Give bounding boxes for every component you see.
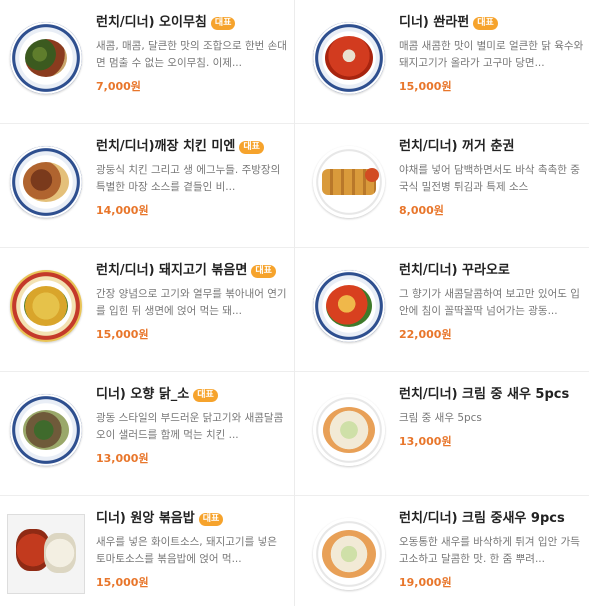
menu-item[interactable]: 런치/디너)깨장 치킨 미엔 대표 광둥식 치킨 그리고 생 에그누들. 주방장…	[0, 124, 294, 248]
signature-badge: 대표	[193, 388, 218, 402]
menu-item-price: 14,000원	[96, 204, 149, 217]
signature-badge: 대표	[251, 264, 276, 278]
menu-item-description: 새우를 넣은 화이트소스, 돼지고기를 넣은 토마토소스를 볶음밥에 얹어 먹.…	[96, 536, 277, 565]
menu-item-description: 간장 양념으로 고기와 열무를 볶아내어 연기를 입힌 뒤 생면에 얹어 먹는 …	[96, 288, 287, 317]
menu-item-description: 광동 스타일의 부드러운 닭고기와 새콤달콤 오이 샐러드를 함께 먹는 치킨 …	[96, 412, 284, 441]
menu-item-title: 런치/디너) 꺼거 춘권	[399, 139, 515, 154]
menu-item-image	[309, 510, 389, 598]
menu-item-description: 새콤, 매콤, 달큰한 맛의 조합으로 한번 손대면 멈출 수 없는 오이무침.…	[96, 40, 287, 69]
menu-item-price: 22,000원	[399, 328, 452, 341]
menu-item-price: 15,000원	[399, 80, 452, 93]
menu-item-title: 디너) 오향 닭_소	[96, 387, 190, 402]
menu-item-title: 디너) 원앙 볶음밥	[96, 511, 195, 526]
menu-item-price: 7,000원	[96, 80, 141, 93]
menu-item[interactable]: 런치/디너) 꺼거 춘권 야채를 넣어 담백하면서도 바삭 촉촉한 중국식 밀전…	[295, 124, 589, 248]
menu-item-description: 매콤 새콤한 맛이 별미로 얼큰한 닭 육수와 돼지고기가 올라가 고구마 당면…	[399, 40, 584, 69]
menu-grid: 런치/디너) 오이무침 대표 새콤, 매콤, 달큰한 맛의 조합으로 한번 손대…	[0, 0, 589, 606]
menu-item-image	[6, 262, 86, 350]
signature-badge: 대표	[239, 140, 264, 154]
signature-badge: 대표	[198, 512, 224, 526]
menu-item-title: 런치/디너) 크림 중 새우 5pcs	[399, 387, 570, 402]
menu-item-image	[309, 262, 389, 350]
menu-item-description: 광둥식 치킨 그리고 생 에그누들. 주방장의 특별한 마장 소스를 곁들인 비…	[96, 164, 281, 193]
menu-item-price: 13,000원	[96, 452, 149, 465]
menu-item-title: 런치/디너)깨장 치킨 미엔	[96, 139, 236, 154]
menu-item[interactable]: 디너) 원앙 볶음밥 대표 새우를 넣은 화이트소스, 돼지고기를 넣은 토마토…	[0, 496, 294, 606]
menu-item-price: 15,000원	[96, 328, 149, 341]
menu-item-image	[6, 386, 86, 474]
menu-column-right: 디너) 쏸라펀 대표 매콤 새콤한 맛이 별미로 얼큰한 닭 육수와 돼지고기가…	[295, 0, 589, 606]
menu-item-description: 야채를 넣어 담백하면서도 바삭 촉촉한 중국식 밀전병 튀김과 특제 소스	[399, 164, 580, 193]
menu-item-title: 런치/디너) 크림 중새우 9pcs	[399, 511, 565, 526]
menu-item-title: 런치/디너) 꾸라오로	[399, 263, 510, 278]
menu-item-price: 15,000원	[96, 576, 149, 589]
menu-item-title: 런치/디너) 돼지고기 볶음면	[96, 263, 248, 278]
menu-item[interactable]: 런치/디너) 꾸라오로 그 향기가 새콤달콤하여 보고만 있어도 입안에 침이 …	[295, 248, 589, 372]
menu-item[interactable]: 디너) 오향 닭_소 대표 광동 스타일의 부드러운 닭고기와 새콤달콤 오이 …	[0, 372, 294, 496]
menu-item-image	[309, 138, 389, 226]
menu-item-image	[6, 14, 86, 102]
menu-item[interactable]: 디너) 쏸라펀 대표 매콤 새콤한 맛이 별미로 얼큰한 닭 육수와 돼지고기가…	[295, 0, 589, 124]
menu-item[interactable]: 런치/디너) 오이무침 대표 새콤, 매콤, 달큰한 맛의 조합으로 한번 손대…	[0, 0, 294, 124]
menu-item-image	[6, 138, 86, 226]
menu-item-description: 그 향기가 새콤달콤하여 보고만 있어도 입안에 침이 꼴딱꼴딱 넘어가는 광동…	[399, 288, 580, 317]
menu-item-price: 19,000원	[399, 576, 452, 589]
menu-item-description: 크림 중 새우 5pcs	[399, 412, 482, 424]
signature-badge: 대표	[473, 16, 498, 30]
menu-item-image	[309, 14, 389, 102]
menu-item[interactable]: 런치/디너) 크림 중 새우 5pcs 크림 중 새우 5pcs 13,000원	[295, 372, 589, 496]
menu-item[interactable]: 런치/디너) 돼지고기 볶음면 대표 간장 양념으로 고기와 열무를 볶아내어 …	[0, 248, 294, 372]
menu-item-title: 디너) 쏸라펀	[399, 15, 470, 30]
menu-item-price: 13,000원	[399, 435, 452, 448]
signature-badge: 대표	[210, 16, 236, 30]
menu-item-image	[6, 510, 86, 598]
menu-column-left: 런치/디너) 오이무침 대표 새콤, 매콤, 달큰한 맛의 조합으로 한번 손대…	[0, 0, 294, 606]
menu-item-description: 오동통한 새우를 바삭하게 튀겨 입안 가득 고소하고 달콤한 맛. 한 줌 뿌…	[399, 536, 580, 565]
menu-item-title: 런치/디너) 오이무침	[96, 15, 207, 30]
menu-item-price: 8,000원	[399, 204, 444, 217]
menu-item-image	[309, 386, 389, 474]
menu-item[interactable]: 런치/디너) 크림 중새우 9pcs 오동통한 새우를 바삭하게 튀겨 입안 가…	[295, 496, 589, 606]
